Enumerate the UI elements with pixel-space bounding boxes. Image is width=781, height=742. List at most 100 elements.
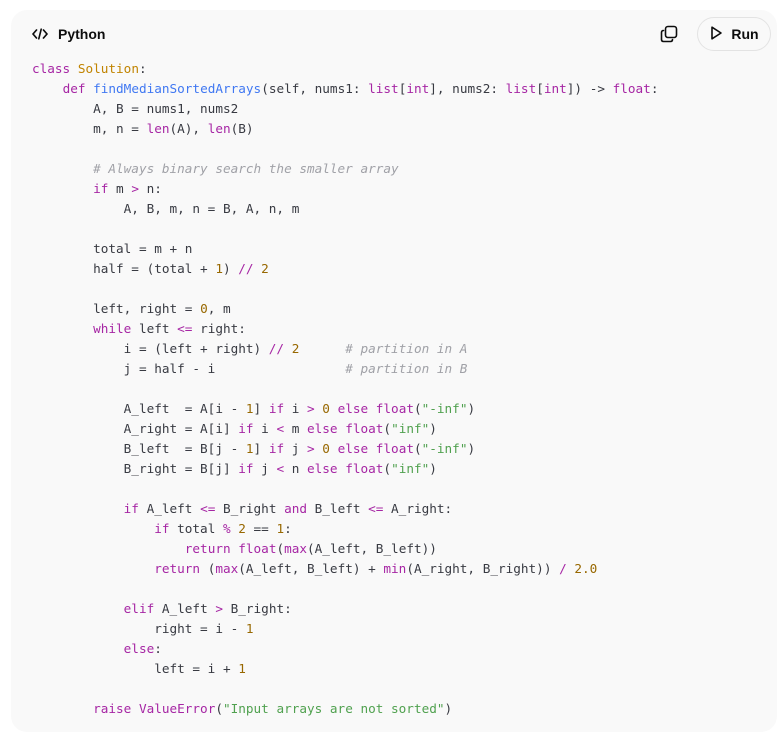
code-line: # Always binary search the smaller array <box>32 159 658 179</box>
code-line: A_right = A[i] if i < m else float("inf"… <box>32 419 658 439</box>
run-label: Run <box>731 26 759 42</box>
run-button[interactable]: Run <box>697 17 771 51</box>
code-token: 1 <box>215 261 223 276</box>
copy-button[interactable] <box>657 24 681 48</box>
code-token: m, n = <box>32 121 147 136</box>
code-token: return <box>184 541 231 556</box>
code-token: left, right = <box>32 301 201 316</box>
code-token: 0 <box>322 401 330 416</box>
code-token: > <box>215 601 223 616</box>
code-token: len <box>207 121 231 136</box>
code-token: list <box>505 81 537 96</box>
code-token: ) <box>444 701 453 716</box>
code-token: if <box>93 181 109 196</box>
code-token: B_right <box>215 501 285 516</box>
code-token: , m <box>207 301 231 316</box>
code-token: max <box>215 561 239 576</box>
code-line: A_left = A[i - 1] if i > 0 else float("-… <box>32 399 658 419</box>
code-line: B_left = B[j - 1] if j > 0 else float("-… <box>32 439 658 459</box>
code-token: B_right: <box>222 601 292 616</box>
code-token: else <box>307 421 338 436</box>
code-token: ( <box>383 421 392 436</box>
code-token: return <box>154 561 201 576</box>
code-token: : <box>154 641 162 656</box>
code-line: A, B, m, n = B, A, n, m <box>32 199 658 219</box>
code-token: < <box>276 421 285 436</box>
code-token: == <box>245 521 277 536</box>
code-token: <= <box>368 501 384 516</box>
code-token: ValueError <box>138 701 216 716</box>
code-icon <box>32 26 48 42</box>
code-token: right = i - <box>32 621 246 636</box>
code-line: right = i - 1 <box>32 619 658 639</box>
code-token: while <box>93 321 132 336</box>
code-token: and <box>284 501 308 516</box>
code-token: (A_right, B_right)) <box>406 561 560 576</box>
code-token: n <box>284 461 308 476</box>
copy-icon <box>660 25 678 48</box>
code-token: float <box>345 461 384 476</box>
code-token: float <box>612 81 651 96</box>
code-token: A_left = A[i - <box>32 401 246 416</box>
code-token: A_left <box>138 501 201 516</box>
code-token: ( <box>215 701 223 716</box>
code-token: if <box>123 501 139 516</box>
code-token: # partition in A <box>345 341 468 356</box>
code-token: A_right: <box>383 501 453 516</box>
code-token: "-inf" <box>421 401 468 416</box>
code-token: ( <box>413 441 422 456</box>
code-token: i <box>284 401 308 416</box>
code-token: 2 <box>238 521 246 536</box>
code-token: else <box>337 401 369 416</box>
code-token: 1 <box>245 441 254 456</box>
code-token: else <box>337 441 369 456</box>
code-token: i = (left + right) <box>32 341 269 356</box>
code-token: i <box>253 421 277 436</box>
code-line: m, n = len(A), len(B) <box>32 119 658 139</box>
code-token: "inf" <box>391 461 430 476</box>
code-token: j = half - i <box>32 361 346 376</box>
code-token: float <box>375 441 414 456</box>
code-token: if <box>268 401 285 416</box>
code-token: 0 <box>200 301 208 316</box>
code-token: B_right = B[j] <box>32 461 239 476</box>
code-token: total <box>169 521 223 536</box>
code-token: (A_left, B_left) + <box>238 561 384 576</box>
code-line: total = m + n <box>32 239 658 259</box>
code-token: ) <box>467 441 476 456</box>
code-token: < <box>276 461 285 476</box>
code-token: list <box>368 81 399 96</box>
code-block: Python Run class Solution: def findMedia… <box>11 10 777 732</box>
code-line: class Solution: <box>32 59 658 79</box>
code-token: class <box>32 61 71 76</box>
code-line: j = half - i # partition in B <box>32 359 658 379</box>
code-token: (A), <box>169 121 208 136</box>
code-token: total = m + n <box>32 241 193 256</box>
code-line: if m > n: <box>32 179 658 199</box>
code-token: n: <box>138 181 162 196</box>
code-line: else: <box>32 639 658 659</box>
code-token: 1 <box>276 521 285 536</box>
code-token: len <box>146 121 170 136</box>
code-token: float <box>375 401 414 416</box>
code-token: B_left = B[j - <box>32 441 246 456</box>
code-token: elif <box>123 601 155 616</box>
code-token: ) <box>467 401 476 416</box>
code-line: left = i + 1 <box>32 659 658 679</box>
code-token: 1 <box>245 621 254 636</box>
code-token: min <box>383 561 407 576</box>
